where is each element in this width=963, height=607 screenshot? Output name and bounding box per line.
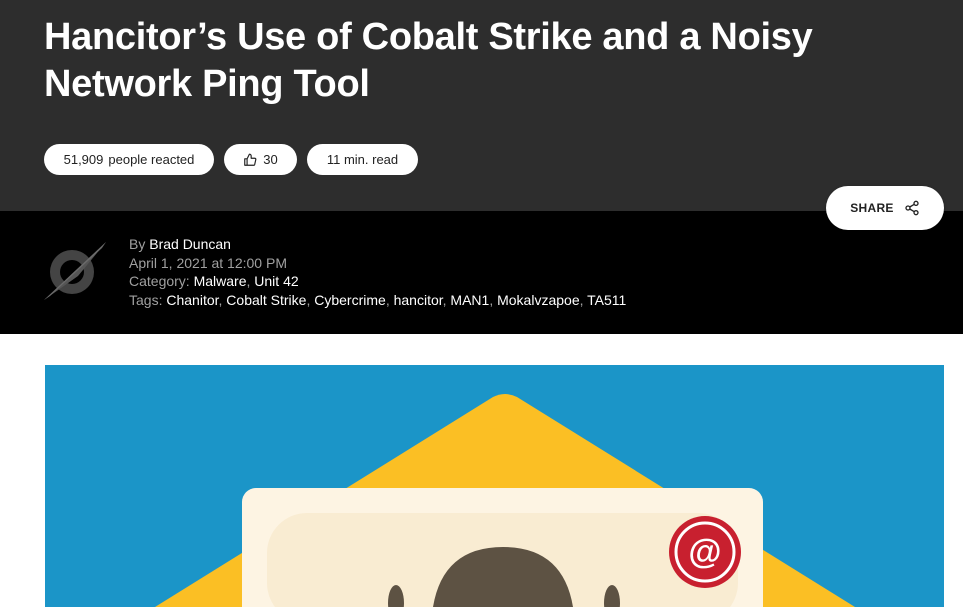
publish-date: April 1, 2021 at 12:00 PM xyxy=(129,254,287,271)
tag-link-mokalvzapoe[interactable]: Mokalvzapoe xyxy=(497,292,580,308)
share-icon xyxy=(905,200,919,216)
tags-row: Tags: Chanitor, Cobalt Strike, Cybercrim… xyxy=(129,291,627,308)
read-time: 11 min. read xyxy=(326,152,399,167)
share-label: SHARE xyxy=(850,201,894,215)
thumbs-up-icon xyxy=(244,153,257,166)
at-sign-icon: @ xyxy=(688,533,721,571)
tag-link-ta511[interactable]: TA511 xyxy=(587,292,626,308)
share-button[interactable]: SHARE xyxy=(826,186,944,230)
tag-link-cobalt-strike[interactable]: Cobalt Strike xyxy=(226,292,306,308)
reactions-pill: 51,909 people reacted xyxy=(44,144,214,175)
article-meta: By Brad Duncan April 1, 2021 at 12:00 PM… xyxy=(129,235,626,309)
reactions-label: people reacted xyxy=(108,152,195,167)
like-button[interactable]: 30 xyxy=(224,144,297,175)
category-prefix: Category: xyxy=(129,273,194,289)
by-prefix: By xyxy=(129,236,150,252)
read-time-pill: 11 min. read xyxy=(307,144,418,175)
author-row: By Brad Duncan xyxy=(129,235,626,254)
email-illustration: @ xyxy=(155,394,855,607)
article-hero-image: @ xyxy=(45,365,944,607)
tags-prefix: Tags: xyxy=(129,291,167,308)
category-link-malware[interactable]: Malware xyxy=(194,273,247,289)
likes-count: 30 xyxy=(263,152,278,167)
author-link[interactable]: Brad Duncan xyxy=(149,236,231,252)
tag-link-hancitor[interactable]: hancitor xyxy=(394,292,443,308)
author-logo-icon xyxy=(44,242,106,300)
category-link-unit-42[interactable]: Unit 42 xyxy=(254,273,298,289)
article-title: Hancitor’s Use of Cobalt Strike and a No… xyxy=(44,16,813,105)
category-row: Category: Malware, Unit 42 xyxy=(129,273,299,289)
tag-link-chanitor[interactable]: Chanitor xyxy=(166,292,218,308)
tag-link-man1[interactable]: MAN1 xyxy=(450,292,489,308)
tag-link-cybercrime[interactable]: Cybercrime xyxy=(314,292,386,308)
reactions-count: 51,909 xyxy=(63,152,104,167)
